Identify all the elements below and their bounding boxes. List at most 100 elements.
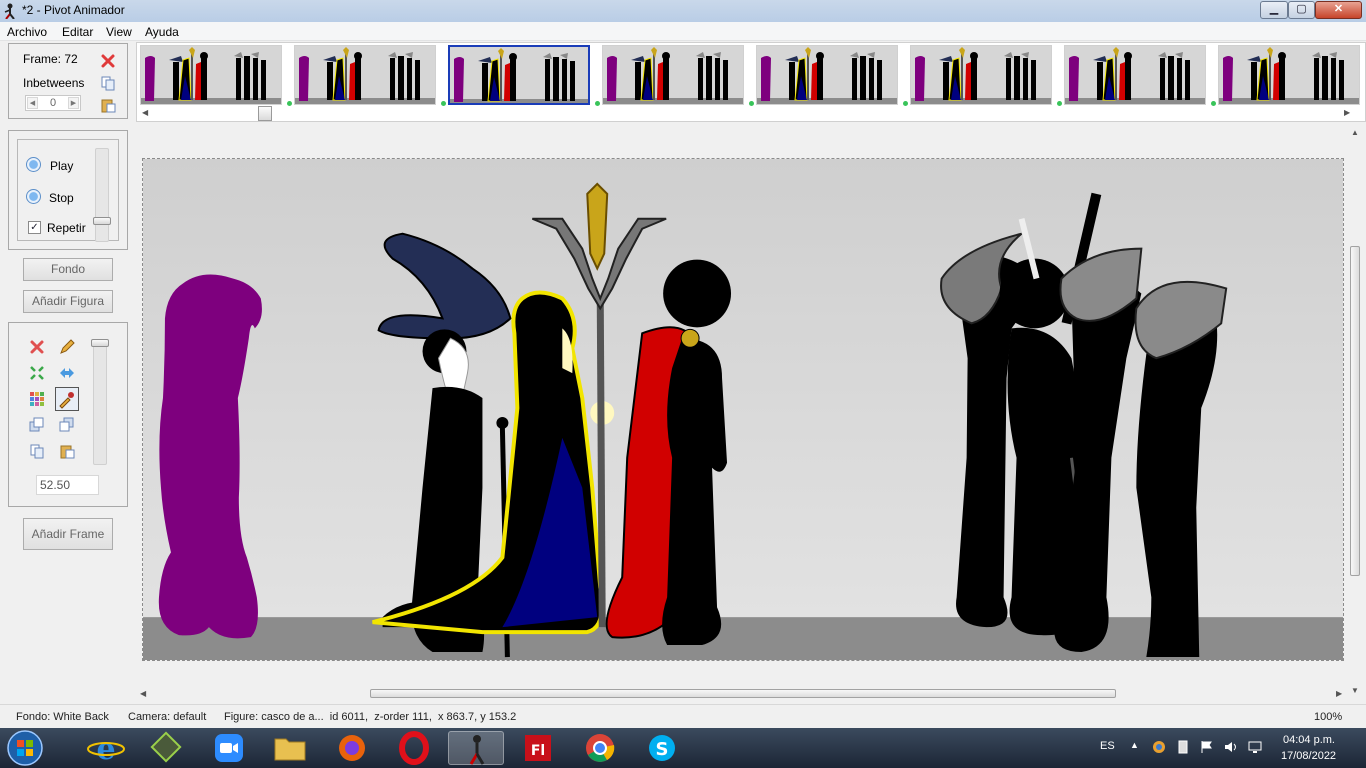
send-backward-icon[interactable]	[59, 417, 75, 433]
zoom-taskbar[interactable]	[201, 731, 257, 765]
timeline-frame-thumbnail[interactable]	[140, 45, 282, 105]
menu-ayuda[interactable]: Ayuda	[145, 25, 179, 39]
firefox-icon	[339, 735, 365, 761]
file-manager-taskbar[interactable]	[138, 731, 194, 765]
delete-figure-icon[interactable]	[29, 339, 45, 355]
opera-icon	[399, 731, 429, 765]
speed-slider-thumb[interactable]	[93, 217, 111, 225]
copy-frame-icon[interactable]	[100, 75, 116, 91]
canvas-hscroll-thumb[interactable]	[370, 689, 1116, 698]
chrome-taskbar[interactable]	[572, 731, 628, 765]
status-figure: Figure: casco de a... id 6011, z-order 1…	[224, 711, 517, 723]
frame-preview	[450, 47, 588, 103]
timeline-scrollbar[interactable]: ◀ ▶	[136, 105, 1356, 121]
eyedropper-icon	[59, 392, 74, 409]
timeline-frame-thumbnail[interactable]	[294, 45, 436, 105]
clock-date[interactable]: 17/08/2022	[1281, 750, 1336, 762]
color-picker-tool-selected[interactable]	[55, 387, 79, 411]
close-window-button[interactable]: ✕	[1315, 1, 1362, 19]
color-figure-icon[interactable]	[29, 391, 45, 407]
flash-taskbar[interactable]: Fl	[510, 731, 566, 765]
status-camera: Camera: default	[128, 711, 207, 723]
inbetweens-label: Inbetweens	[23, 76, 85, 90]
frame-preview	[911, 46, 1051, 104]
menu-bar: Archivo Editar View Ayuda	[0, 22, 1366, 41]
zoom-icon	[215, 734, 243, 762]
flash-icon: Fl	[525, 735, 551, 761]
canvas-scroll-down[interactable]: ▼	[1351, 686, 1359, 695]
speed-slider[interactable]	[93, 148, 111, 242]
delete-frame-icon[interactable]	[100, 53, 116, 69]
timeline-scroll-thumb[interactable]	[258, 106, 272, 121]
opera-taskbar[interactable]	[386, 731, 442, 765]
timeline-frame-thumbnail[interactable]	[756, 45, 898, 105]
paste-figure-icon[interactable]	[59, 443, 75, 459]
internet-explorer-taskbar[interactable]: e	[78, 731, 134, 767]
figure-value-field[interactable]: 52.50	[36, 475, 99, 495]
animation-stage[interactable]	[142, 158, 1344, 661]
background-button[interactable]: Fondo	[23, 258, 113, 281]
skype-taskbar[interactable]: S	[634, 731, 690, 765]
add-figure-button[interactable]: Añadir Figura	[23, 290, 113, 313]
play-label[interactable]: Play	[50, 159, 73, 173]
timeline-frame-thumbnail[interactable]	[1218, 45, 1360, 105]
canvas-scroll-left[interactable]: ◀	[140, 689, 146, 698]
tray-expand-icon[interactable]: ▲	[1130, 740, 1139, 750]
paste-frame-icon[interactable]	[100, 97, 116, 113]
timeline-scroll-left[interactable]: ◀	[142, 108, 148, 117]
canvas-scroll-up[interactable]: ▲	[1351, 128, 1359, 137]
folder-icon	[274, 738, 306, 761]
menu-view[interactable]: View	[106, 25, 132, 39]
frame-preview	[295, 46, 435, 104]
network-tray-icon[interactable]	[1152, 740, 1166, 754]
transparency-slider-thumb[interactable]	[91, 339, 109, 347]
play-radio[interactable]	[26, 157, 41, 172]
maximize-button[interactable]: ▢	[1288, 1, 1315, 19]
canvas-scroll-right[interactable]: ▶	[1336, 689, 1342, 698]
stop-radio[interactable]	[26, 189, 41, 204]
frame-preview	[141, 46, 281, 104]
frame-preview	[757, 46, 897, 104]
volume-tray-icon[interactable]	[1224, 740, 1238, 754]
frame-preview	[603, 46, 743, 104]
stop-label[interactable]: Stop	[49, 191, 74, 205]
chrome-icon	[586, 734, 615, 762]
clock-time[interactable]: 04:04 p.m.	[1283, 734, 1335, 746]
action-center-flag-icon[interactable]	[1200, 740, 1214, 754]
pivot-animator-taskbar[interactable]	[448, 731, 504, 765]
display-tray-icon[interactable]	[1248, 740, 1262, 754]
stepper-decrease[interactable]: ◀	[27, 97, 38, 109]
timeline-frame-thumbnail[interactable]	[1064, 45, 1206, 105]
canvas-horizontal-scrollbar[interactable]: ◀ ▶	[136, 688, 1348, 700]
timeline-frame-thumbnail[interactable]	[602, 45, 744, 105]
flip-figure-icon[interactable]	[59, 365, 75, 381]
menu-archivo[interactable]: Archivo	[7, 25, 47, 39]
canvas-vscroll-thumb[interactable]	[1350, 246, 1360, 576]
language-indicator[interactable]: ES	[1100, 740, 1115, 752]
file-explorer-taskbar[interactable]	[262, 731, 318, 765]
menu-editar[interactable]: Editar	[62, 25, 93, 39]
inbetweens-value: 0	[49, 97, 57, 109]
status-bar: Fondo: White Back Camera: default Figure…	[0, 704, 1366, 726]
bring-forward-icon[interactable]	[29, 417, 45, 433]
firefox-taskbar[interactable]	[324, 731, 380, 765]
timeline-scroll-right[interactable]: ▶	[1344, 108, 1350, 117]
canvas-vertical-scrollbar[interactable]: ▲ ▼	[1349, 126, 1361, 700]
add-frame-button[interactable]: Añadir Frame	[23, 518, 113, 550]
status-background: Fondo: White Back	[16, 711, 109, 723]
svg-text:Fl: Fl	[531, 743, 545, 759]
timeline-frame-thumbnail[interactable]	[910, 45, 1052, 105]
internet-explorer-icon: e	[87, 732, 125, 767]
inbetweens-stepper[interactable]: ◀ 0 ▶	[25, 95, 81, 111]
scale-figure-icon[interactable]	[29, 365, 45, 381]
transparency-slider[interactable]	[91, 339, 109, 465]
minimize-button[interactable]: ▁	[1260, 1, 1288, 19]
repeat-checkbox[interactable]: ✓	[28, 221, 41, 234]
stepper-increase[interactable]: ▶	[68, 97, 79, 109]
repeat-label[interactable]: Repetir	[47, 221, 86, 235]
start-button[interactable]	[6, 730, 44, 766]
copy-figure-icon[interactable]	[29, 443, 45, 459]
edit-figure-icon[interactable]	[59, 339, 75, 355]
device-tray-icon[interactable]	[1176, 740, 1190, 754]
timeline-frame-thumbnail[interactable]	[448, 45, 590, 105]
